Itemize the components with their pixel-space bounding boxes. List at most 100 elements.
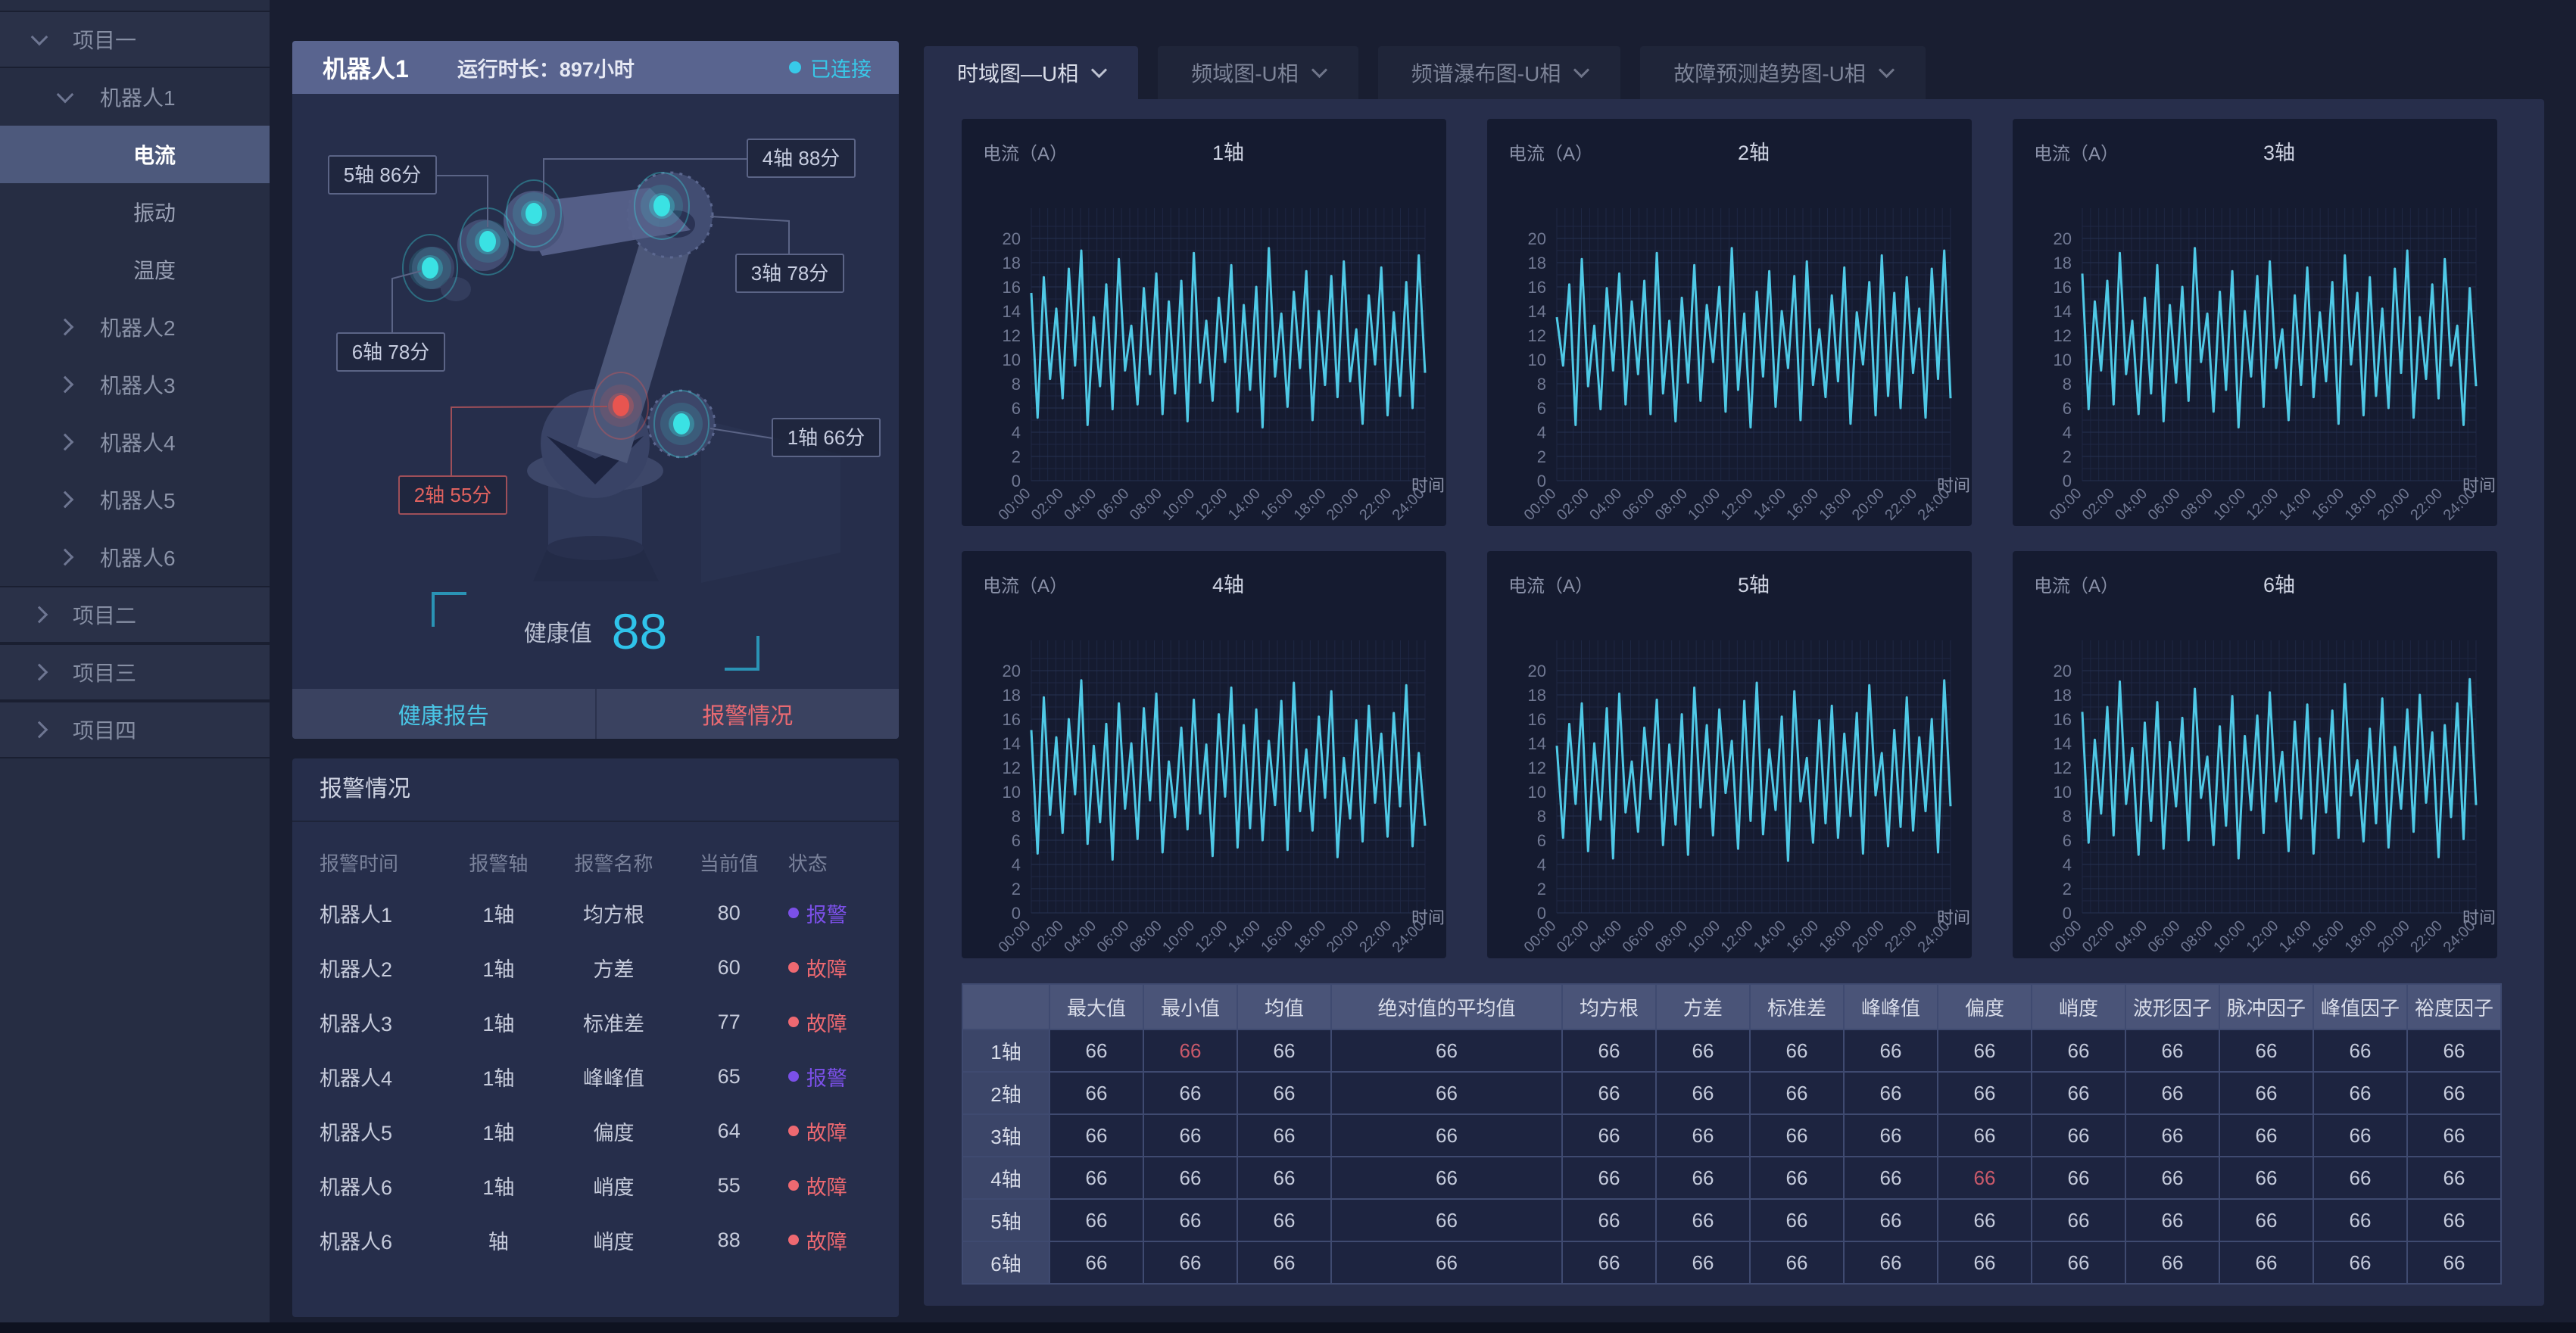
chart-title: 1轴 bbox=[1212, 142, 1244, 164]
chart-card-4轴[interactable]: 电流（A）4轴0246810121416182000:0002:0004:000… bbox=[962, 551, 1446, 958]
x-tick-label: 02:00 bbox=[2079, 917, 2118, 956]
alarm-status-button[interactable]: 报警情况 bbox=[595, 689, 900, 739]
chevron-down-icon bbox=[57, 86, 74, 104]
stats-cell: 66 bbox=[2407, 1157, 2501, 1199]
chart-svg-6轴: 电流（A）6轴0246810121416182000:0002:0004:000… bbox=[2013, 551, 2497, 958]
alarm-row[interactable]: 机器人11轴均方根80报警 bbox=[292, 886, 899, 940]
sidebar-item-项目二[interactable]: 项目二 bbox=[0, 586, 270, 643]
stats-col-header bbox=[962, 984, 1049, 1029]
alarm-status-badge: 报警 bbox=[778, 899, 899, 928]
chart-y-unit-label: 电流（A） bbox=[2034, 144, 2119, 164]
x-tick-label: 18:00 bbox=[1291, 485, 1330, 524]
alarm-value: 64 bbox=[681, 1120, 778, 1143]
sidebar-item-项目一[interactable]: 项目一 bbox=[0, 11, 270, 68]
alarm-row[interactable]: 机器人21轴方差60故障 bbox=[292, 940, 899, 995]
alarm-axis: 1轴 bbox=[450, 1062, 547, 1092]
stats-cell: 66 bbox=[2125, 1157, 2219, 1199]
sidebar-item-label: 项目四 bbox=[73, 715, 136, 745]
chevron-right-icon bbox=[31, 606, 48, 624]
sidebar-item-项目四[interactable]: 项目四 bbox=[0, 701, 270, 758]
machine-panel: 机器人1 运行时长：897小时 已连接 5轴 86分4轴 88分3轴 78分6轴… bbox=[292, 41, 899, 739]
chart-svg-1轴: 电流（A）1轴0246810121416182000:0002:0004:000… bbox=[962, 119, 1446, 526]
x-tick-label: 16:00 bbox=[2309, 917, 2347, 956]
health-report-button[interactable]: 健康报告 bbox=[292, 689, 595, 739]
sidebar-item-label: 机器人2 bbox=[100, 312, 176, 342]
stats-cell: 66 bbox=[1656, 1241, 1750, 1284]
y-tick-label: 10 bbox=[1528, 350, 1546, 369]
sidebar-item-温度[interactable]: 温度 bbox=[0, 241, 270, 298]
chart-card-1轴[interactable]: 电流（A）1轴0246810121416182000:0002:0004:000… bbox=[962, 119, 1446, 526]
alarm-name: 峭度 bbox=[547, 1226, 680, 1255]
stats-col-header: 绝对值的平均值 bbox=[1331, 984, 1562, 1029]
charts-panel: 电流（A）1轴0246810121416182000:0002:0004:000… bbox=[924, 99, 2544, 1306]
machine-header: 机器人1 运行时长：897小时 已连接 bbox=[292, 41, 899, 94]
sidebar-item-机器人3[interactable]: 机器人3 bbox=[0, 356, 270, 413]
y-tick-label: 6 bbox=[1537, 831, 1546, 850]
alarm-status-badge: 故障 bbox=[778, 1226, 899, 1255]
connected-dot-icon bbox=[789, 61, 801, 73]
stats-cell: 66 bbox=[2125, 1072, 2219, 1114]
stats-cell: 66 bbox=[1143, 1114, 1237, 1157]
x-tick-label: 14:00 bbox=[2276, 485, 2315, 524]
alarm-row[interactable]: 机器人6轴峭度88故障 bbox=[292, 1213, 899, 1267]
sidebar-item-机器人5[interactable]: 机器人5 bbox=[0, 471, 270, 528]
stats-cell: 66 bbox=[1049, 1029, 1143, 1072]
x-tick-label: 08:00 bbox=[1127, 485, 1165, 524]
stats-axis-label: 6轴 bbox=[962, 1241, 1049, 1284]
x-tick-label: 00:00 bbox=[2047, 917, 2085, 956]
sidebar-item-振动[interactable]: 振动 bbox=[0, 183, 270, 241]
stats-cell: 66 bbox=[1049, 1199, 1143, 1241]
alarm-row[interactable]: 机器人61轴峭度55故障 bbox=[292, 1158, 899, 1213]
stats-cell: 66 bbox=[1049, 1114, 1143, 1157]
sidebar-item-项目三[interactable]: 项目三 bbox=[0, 643, 270, 701]
stats-cell: 66 bbox=[2125, 1241, 2219, 1284]
stats-row-6轴: 6轴6666666666666666666666666666 bbox=[962, 1241, 2501, 1284]
x-tick-label: 06:00 bbox=[1094, 485, 1133, 524]
chevron-right-icon bbox=[31, 721, 48, 739]
axis-ok-dot-icon bbox=[653, 195, 670, 216]
axis-ok-dot-icon bbox=[673, 413, 690, 434]
x-tick-label: 08:00 bbox=[1652, 917, 1691, 956]
sidebar-item-机器人4[interactable]: 机器人4 bbox=[0, 413, 270, 471]
sidebar-item-机器人6[interactable]: 机器人6 bbox=[0, 528, 270, 586]
stats-cell: 66 bbox=[1331, 1241, 1562, 1284]
sidebar-item-机器人1[interactable]: 机器人1 bbox=[0, 68, 270, 126]
tab-故障预测趋势图-U相[interactable]: 故障预测趋势图-U相 bbox=[1640, 46, 1926, 99]
chart-card-2轴[interactable]: 电流（A）2轴0246810121416182000:0002:0004:000… bbox=[1487, 119, 1972, 526]
chart-title: 3轴 bbox=[2263, 142, 2295, 164]
stats-header-row: 最大值最小值均值绝对值的平均值均方根方差标准差峰峰值偏度峭度波形因子脉冲因子峰值… bbox=[962, 984, 2501, 1029]
stats-cell: 66 bbox=[1938, 1114, 2032, 1157]
chevron-down-icon bbox=[31, 29, 48, 46]
alarm-row[interactable]: 机器人51轴偏度64故障 bbox=[292, 1104, 899, 1158]
chart-card-6轴[interactable]: 电流（A）6轴0246810121416182000:0002:0004:000… bbox=[2013, 551, 2497, 958]
stats-cell: 66 bbox=[1750, 1199, 1844, 1241]
y-tick-label: 18 bbox=[1003, 686, 1021, 705]
sidebar-item-电流[interactable]: 电流 bbox=[0, 126, 270, 183]
alarm-value: 60 bbox=[681, 956, 778, 980]
x-tick-label: 00:00 bbox=[996, 485, 1034, 524]
chart-card-3轴[interactable]: 电流（A）3轴0246810121416182000:0002:0004:000… bbox=[2013, 119, 2497, 526]
stats-cell: 66 bbox=[1844, 1157, 1938, 1199]
x-tick-label: 22:00 bbox=[1356, 917, 1395, 956]
alarm-col-header: 报警轴 bbox=[450, 849, 547, 877]
y-tick-label: 6 bbox=[2063, 399, 2072, 418]
alarm-row[interactable]: 机器人41轴峰峰值65报警 bbox=[292, 1049, 899, 1104]
sidebar-item-机器人2[interactable]: 机器人2 bbox=[0, 298, 270, 356]
chart-card-5轴[interactable]: 电流（A）5轴0246810121416182000:0002:0004:000… bbox=[1487, 551, 1972, 958]
x-tick-label: 22:00 bbox=[1356, 485, 1395, 524]
sidebar-item-label: 项目二 bbox=[73, 600, 136, 630]
tab-频谱瀑布图-U相[interactable]: 频谱瀑布图-U相 bbox=[1378, 46, 1621, 99]
stats-cell: 66 bbox=[1844, 1114, 1938, 1157]
x-tick-label: 12:00 bbox=[1193, 917, 1231, 956]
tab-频域图-U相[interactable]: 频域图-U相 bbox=[1158, 46, 1358, 99]
chart-tabs: 时域图—U相频域图-U相频谱瀑布图-U相 故障预测趋势图-U相 bbox=[924, 46, 1945, 99]
stats-cell: 66 bbox=[2219, 1072, 2313, 1114]
sidebar-item-label: 机器人5 bbox=[100, 484, 176, 515]
stats-cell: 66 bbox=[1750, 1029, 1844, 1072]
sidebar-item-label: 项目三 bbox=[73, 657, 136, 687]
axis-score-label-axis6: 6轴 78分 bbox=[352, 341, 430, 363]
alarm-row[interactable]: 机器人31轴标准差77故障 bbox=[292, 995, 899, 1049]
tab-时域图—U相[interactable]: 时域图—U相 bbox=[924, 46, 1138, 99]
leader-line-axis3 bbox=[710, 216, 789, 254]
tab-label: 故障预测趋势图-U相 bbox=[1673, 58, 1866, 88]
